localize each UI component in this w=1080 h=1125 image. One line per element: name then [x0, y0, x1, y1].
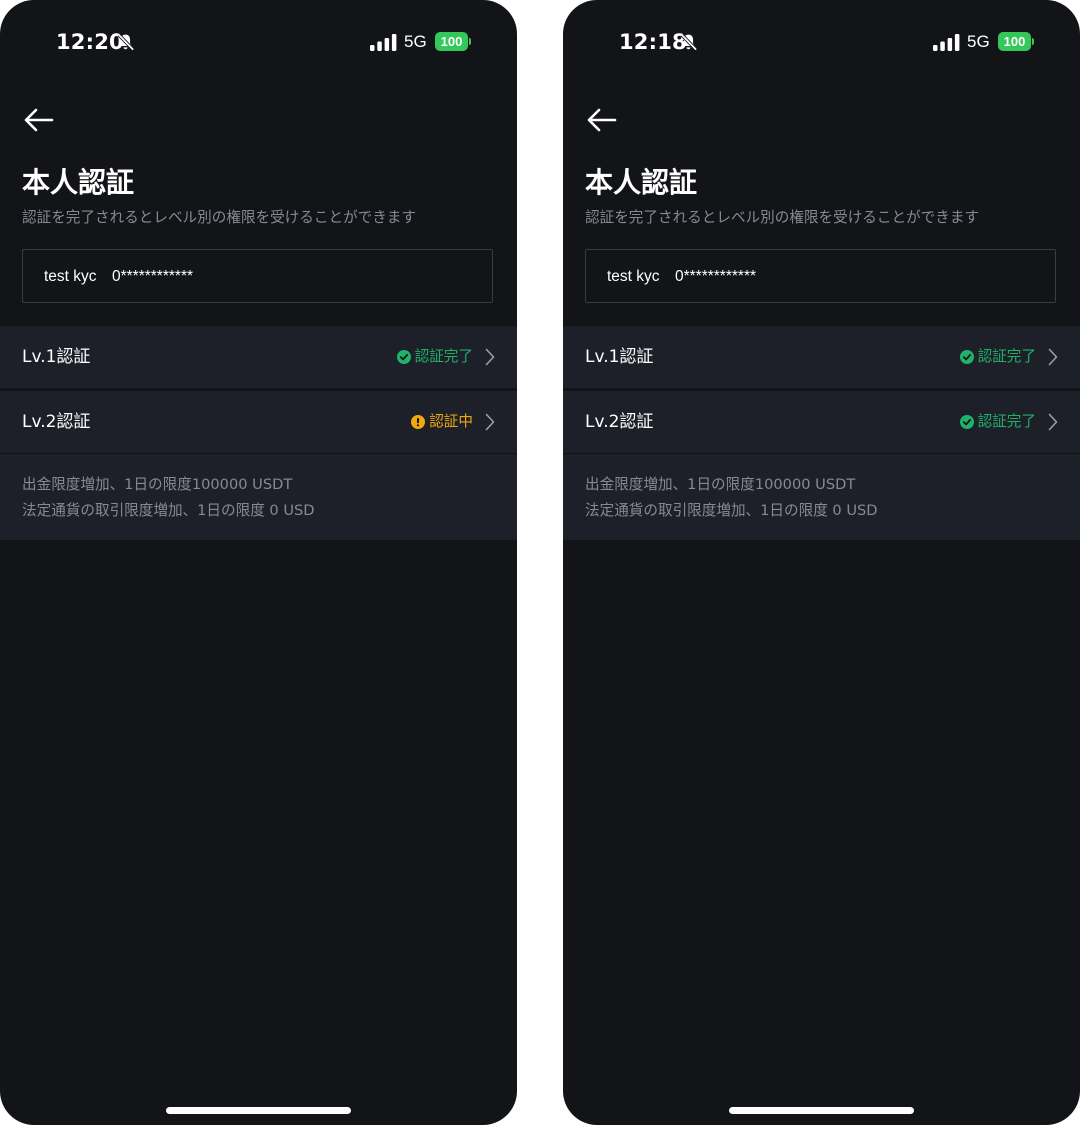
level-status: 認証完了: [396, 345, 495, 369]
battery-nub: [1032, 38, 1034, 45]
network-type: 5G: [967, 32, 990, 51]
status-time: 12:20: [56, 30, 124, 54]
level-status: 認証完了: [959, 345, 1058, 369]
page-title: 本人認証: [585, 166, 698, 199]
battery-level: 100: [998, 32, 1031, 51]
phone-screen-left: 12:20 5G 100 本人認証 認証を完了されるとレベル別の権限を受けること…: [0, 0, 517, 1125]
status-time: 12:18: [619, 30, 687, 54]
account-name: test kyc: [44, 268, 97, 285]
withdrawal-limit-text: 出金限度増加、1日の限度100000 USDT: [585, 476, 856, 493]
home-indicator[interactable]: [729, 1107, 914, 1114]
status-bar: 12:20 5G 100: [0, 0, 517, 84]
level-2-row[interactable]: Lv.2認証 認証中: [0, 391, 517, 453]
battery-nub: [469, 38, 471, 45]
bell-slash-icon: [680, 33, 697, 51]
signal-bars-icon: [370, 34, 397, 51]
level-status-text: 認証完了: [977, 348, 1036, 365]
benefits-info-panel: 出金限度増加、1日の限度100000 USDT 法定通貨の取引限度増加、1日の限…: [563, 454, 1080, 540]
battery-level: 100: [435, 32, 468, 51]
level-1-row[interactable]: Lv.1認証 認証完了: [0, 326, 517, 388]
fiat-limit-text: 法定通貨の取引限度増加、1日の限度 0 USD: [585, 502, 878, 519]
level-status-text: 認証完了: [414, 348, 473, 365]
withdrawal-limit-text: 出金限度増加、1日の限度100000 USDT: [22, 476, 293, 493]
signal-bars-icon: [933, 34, 960, 51]
home-indicator[interactable]: [166, 1107, 351, 1114]
account-name: test kyc: [607, 268, 660, 285]
level-status-text: 認証中: [429, 413, 473, 430]
chevron-right-icon: [1048, 348, 1058, 366]
level-label: Lv.1認証: [585, 347, 654, 367]
check-circle-icon: [959, 350, 974, 364]
exclamation-circle-icon: [411, 415, 426, 429]
page-subtitle: 認証を完了されるとレベル別の権限を受けることができます: [22, 209, 417, 226]
check-circle-icon: [959, 415, 974, 429]
check-circle-icon: [396, 350, 411, 364]
account-card: test kyc 0************: [22, 249, 493, 303]
level-status: 認証完了: [959, 410, 1058, 434]
back-arrow-icon[interactable]: [20, 104, 56, 136]
benefits-info-panel: 出金限度増加、1日の限度100000 USDT 法定通貨の取引限度増加、1日の限…: [0, 454, 517, 540]
bell-slash-icon: [117, 33, 134, 51]
level-label: Lv.2認証: [585, 412, 654, 432]
level-label: Lv.1認証: [22, 347, 91, 367]
account-id: 0************: [675, 268, 757, 285]
fiat-limit-text: 法定通貨の取引限度増加、1日の限度 0 USD: [22, 502, 315, 519]
level-2-row[interactable]: Lv.2認証 認証完了: [563, 391, 1080, 453]
page-subtitle: 認証を完了されるとレベル別の権限を受けることができます: [585, 209, 980, 226]
chevron-right-icon: [1048, 413, 1058, 431]
level-1-row[interactable]: Lv.1認証 認証完了: [563, 326, 1080, 388]
level-label: Lv.2認証: [22, 412, 91, 432]
account-card: test kyc 0************: [585, 249, 1056, 303]
status-bar: 12:18 5G 100: [563, 0, 1080, 84]
network-type: 5G: [404, 32, 427, 51]
phone-screen-right: 12:18 5G 100 本人認証 認証を完了されるとレベル別の権限を受けること…: [563, 0, 1080, 1125]
chevron-right-icon: [485, 348, 495, 366]
chevron-right-icon: [485, 413, 495, 431]
level-status-text: 認証完了: [977, 413, 1036, 430]
account-id: 0************: [112, 268, 194, 285]
level-status: 認証中: [411, 410, 495, 434]
back-arrow-icon[interactable]: [583, 104, 619, 136]
page-title: 本人認証: [22, 166, 135, 199]
